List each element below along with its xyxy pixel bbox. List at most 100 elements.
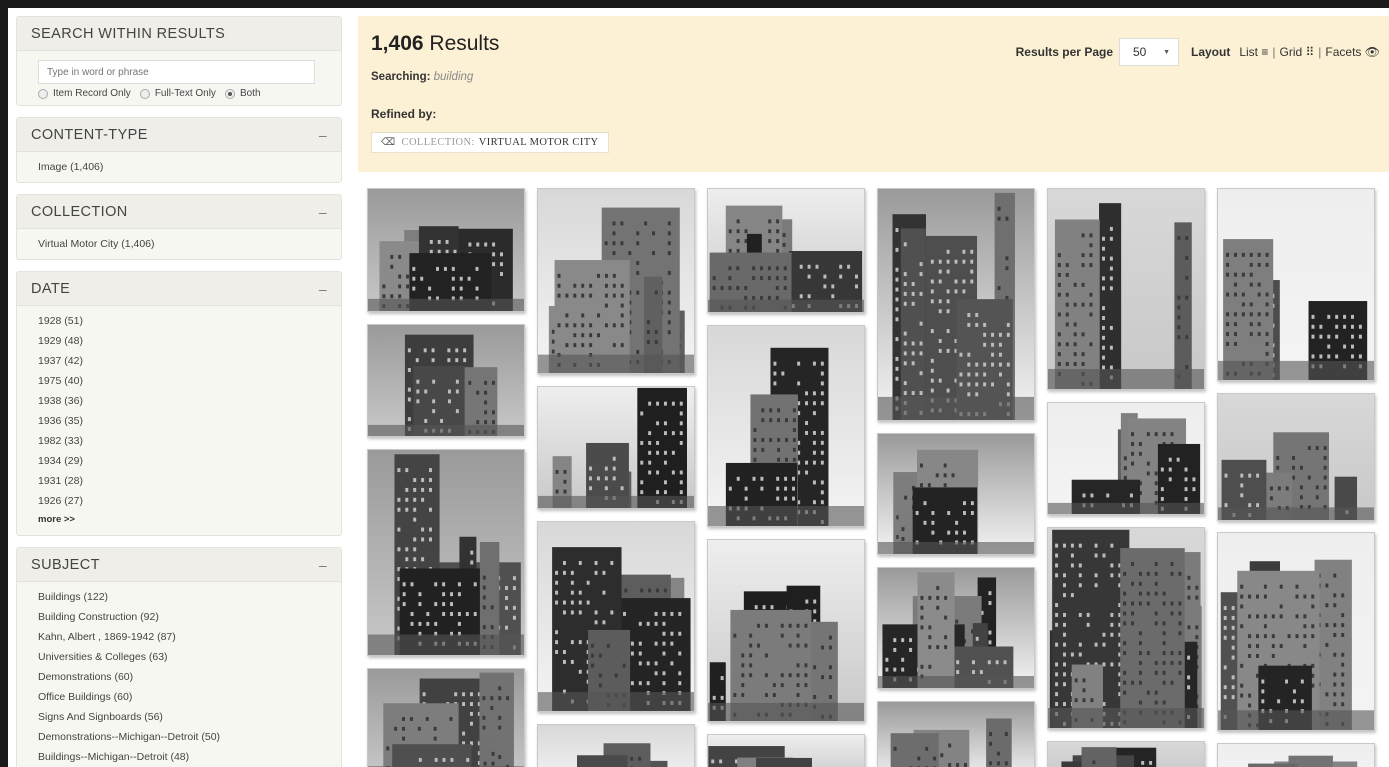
- facet-item-date[interactable]: 1926 (27): [38, 491, 320, 511]
- facet-item-subject[interactable]: Signs And Signboards (56): [38, 707, 320, 727]
- results-suffix: Results: [429, 32, 500, 55]
- results-per-page-select[interactable]: 50 ▼: [1119, 38, 1179, 66]
- facet-item-subject[interactable]: Demonstrations--Michigan--Detroit (50): [38, 727, 320, 747]
- separator: |: [1272, 45, 1276, 59]
- facet-sidebar: SEARCH WITHIN RESULTS Item Record Only F…: [16, 16, 342, 767]
- subject-header[interactable]: SUBJECT –: [17, 548, 341, 582]
- content-type-title: CONTENT-TYPE: [31, 126, 148, 143]
- result-thumbnail-workers-pole[interactable]: [877, 701, 1035, 767]
- search-within-input[interactable]: [38, 60, 315, 84]
- searching-term: building: [433, 71, 474, 83]
- content-type-panel: CONTENT-TYPE – Image (1,406): [16, 117, 342, 183]
- layout-grid-link[interactable]: Grid ⠿: [1279, 45, 1314, 59]
- search-within-title: SEARCH WITHIN RESULTS: [31, 25, 226, 42]
- separator: |: [1318, 45, 1322, 59]
- collapse-icon[interactable]: –: [319, 204, 327, 220]
- search-within-panel: SEARCH WITHIN RESULTS Item Record Only F…: [16, 16, 342, 106]
- refine-tag-value: VIRTUAL MOTOR CITY: [478, 137, 599, 148]
- radio-both[interactable]: Both: [224, 88, 261, 99]
- layout-list-link[interactable]: List ≡: [1239, 45, 1268, 59]
- date-title: DATE: [31, 280, 71, 297]
- search-within-header: SEARCH WITHIN RESULTS: [17, 17, 341, 51]
- facet-item-image[interactable]: Image (1,406): [38, 157, 320, 177]
- result-thumbnail-building-partial[interactable]: [1217, 743, 1375, 767]
- facet-item-date[interactable]: 1975 (40): [38, 371, 320, 391]
- refined-by-label: Refined by:: [371, 107, 437, 121]
- collection-title: COLLECTION: [31, 203, 128, 220]
- result-thumbnail-steel-frame-construction[interactable]: [1047, 527, 1205, 729]
- searching-label: Searching:: [371, 71, 431, 83]
- result-thumbnail-city-hall-tower[interactable]: [537, 521, 695, 712]
- refine-tag-field: COLLECTION:: [401, 137, 475, 148]
- facet-item-subject[interactable]: Kahn, Albert , 1869-1942 (87): [38, 627, 320, 647]
- result-thumbnail-workers-chains[interactable]: [367, 324, 525, 437]
- result-thumbnail-group-portrait[interactable]: [877, 567, 1035, 689]
- refine-tag-collection[interactable]: ⌫ COLLECTION: VIRTUAL MOTOR CITY: [371, 132, 609, 153]
- radio-label: Both: [239, 88, 261, 99]
- layout-facets-link[interactable]: Facets 👁: [1325, 45, 1380, 59]
- facet-item-subject[interactable]: Office Buildings (60): [38, 687, 320, 707]
- searching-line: Searching: building: [371, 71, 473, 83]
- facet-item-date[interactable]: 1931 (28): [38, 471, 320, 491]
- radio-dot: [38, 88, 48, 99]
- remove-tag-icon[interactable]: ⌫: [381, 137, 396, 148]
- collection-header[interactable]: COLLECTION –: [17, 195, 341, 229]
- results-controls: Results per Page 50 ▼ Layout List ≡ | Gr…: [1016, 38, 1380, 66]
- facet-item-date[interactable]: 1928 (51): [38, 311, 320, 331]
- result-thumbnail-construction-street[interactable]: [707, 325, 865, 527]
- results-header: 1,406 Results Searching: building Refine…: [358, 16, 1389, 172]
- facet-item-virtual-motor-city[interactable]: Virtual Motor City (1,406): [38, 234, 320, 254]
- radio-full-text-only[interactable]: Full-Text Only: [139, 88, 216, 99]
- facet-item-subject[interactable]: Universities & Colleges (63): [38, 647, 320, 667]
- collapse-icon[interactable]: –: [319, 127, 327, 143]
- date-more-link[interactable]: more >>: [38, 511, 320, 529]
- results-per-page-value: 50: [1133, 45, 1147, 59]
- result-thumbnail-street-buildings[interactable]: [707, 188, 865, 313]
- facet-item-subject[interactable]: Buildings (122): [38, 587, 320, 607]
- date-panel: DATE – 1928 (51) 1929 (48) 1937 (42) 197…: [16, 271, 342, 536]
- result-thumbnail-tall-tower-street[interactable]: [1047, 188, 1205, 390]
- subject-title: SUBJECT: [31, 556, 100, 573]
- facet-item-date[interactable]: 1982 (33): [38, 431, 320, 451]
- result-thumbnail-steelworkers-beam[interactable]: [1217, 188, 1375, 381]
- search-scope-options: Item Record Only Full-Text Only Both: [38, 88, 320, 99]
- radio-dot-selected: [224, 88, 235, 99]
- radio-label: Full-Text Only: [154, 88, 216, 99]
- result-thumbnail-factory-building[interactable]: [1047, 402, 1205, 515]
- collapse-icon[interactable]: –: [319, 281, 327, 297]
- facet-item-date[interactable]: 1929 (48): [38, 331, 320, 351]
- facet-item-subject[interactable]: Buildings--Michigan--Detroit (48): [38, 747, 320, 767]
- radio-item-record-only[interactable]: Item Record Only: [38, 88, 131, 99]
- result-thumbnail-workers-crane-partial[interactable]: [707, 734, 865, 767]
- results-number: 1,406: [371, 32, 424, 55]
- facet-item-subject[interactable]: Building Construction (92): [38, 607, 320, 627]
- result-thumbnail-workers-seated[interactable]: [877, 433, 1035, 555]
- result-thumbnail-stone-entrance[interactable]: [367, 668, 525, 767]
- result-thumbnail-aerial-tower[interactable]: [1217, 532, 1375, 731]
- facet-item-date[interactable]: 1937 (42): [38, 351, 320, 371]
- content-type-header[interactable]: CONTENT-TYPE –: [17, 118, 341, 152]
- radio-dot: [139, 88, 150, 99]
- result-thumbnail-office-building-corner[interactable]: [537, 188, 695, 374]
- radio-label: Item Record Only: [53, 88, 131, 99]
- result-thumbnail-foggy-skyline[interactable]: [537, 386, 695, 509]
- facet-item-date[interactable]: 1936 (35): [38, 411, 320, 431]
- date-header[interactable]: DATE –: [17, 272, 341, 306]
- collection-panel: COLLECTION – Virtual Motor City (1,406): [16, 194, 342, 260]
- result-thumbnail-tower-upward[interactable]: [367, 449, 525, 656]
- result-thumbnail-tree-building[interactable]: [707, 539, 865, 722]
- facet-item-subject[interactable]: Demonstrations (60): [38, 667, 320, 687]
- results-per-page-label: Results per Page: [1015, 45, 1113, 59]
- results-count: 1,406 Results: [371, 32, 499, 56]
- facet-item-date[interactable]: 1934 (29): [38, 451, 320, 471]
- facet-item-date[interactable]: 1938 (36): [38, 391, 320, 411]
- result-thumbnail-skyline-night[interactable]: [367, 188, 525, 312]
- page-frame: SEARCH WITHIN RESULTS Item Record Only F…: [8, 8, 1389, 767]
- subject-panel: SUBJECT – Buildings (122) Building Const…: [16, 547, 342, 767]
- result-thumbnail-victorian-mansion[interactable]: [1217, 393, 1375, 521]
- caret-down-icon: ▼: [1163, 48, 1170, 56]
- collapse-icon[interactable]: –: [319, 557, 327, 573]
- result-thumbnail-worker-partial[interactable]: [537, 724, 695, 767]
- result-thumbnail-art-deco-tower[interactable]: [877, 188, 1035, 421]
- result-thumbnail-sign-partial[interactable]: [1047, 741, 1205, 767]
